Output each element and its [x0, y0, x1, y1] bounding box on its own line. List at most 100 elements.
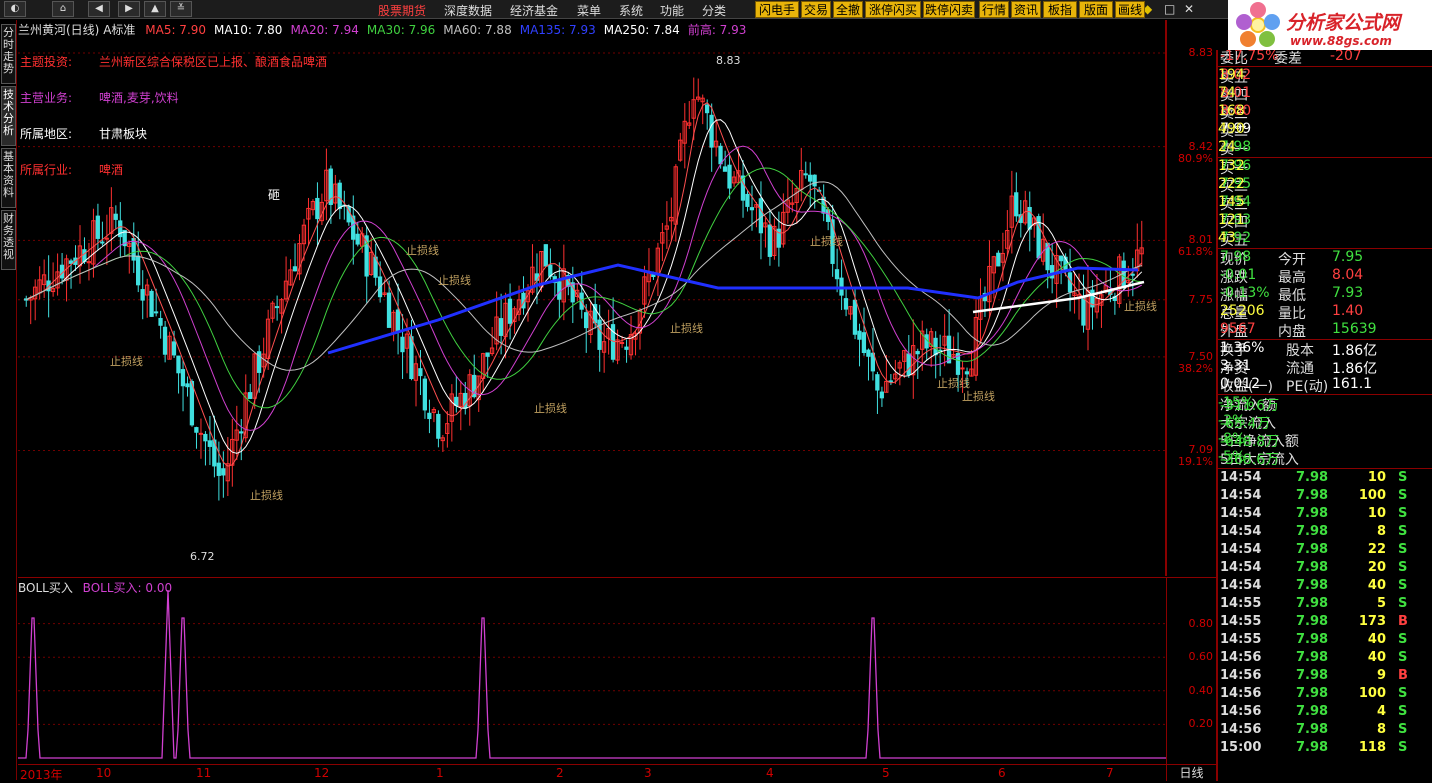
menu-5[interactable]: 功能 [660, 2, 684, 19]
tick-price: 7.98 [1296, 704, 1329, 719]
toolbar-button-6[interactable]: 资讯 [1011, 1, 1041, 18]
stop-loss-label: 止损线 [250, 489, 283, 502]
candle-body [422, 378, 428, 411]
flow-row-value2: -15% [1218, 395, 1255, 411]
tick-price: 7.98 [1296, 488, 1329, 503]
side-tab-3[interactable]: 财 务 透 视 [1, 210, 16, 270]
side-tabs: 分 时 走 势技 术 分 析基 本 资 料财 务 透 视 [0, 20, 17, 780]
menu-0[interactable]: 股票期货 [378, 2, 426, 19]
candle-body [1121, 260, 1126, 289]
candle-body [557, 281, 562, 300]
stat-row-value2: 8.04 [1332, 267, 1364, 283]
tick-volume: 40 [1367, 650, 1386, 665]
menu-3[interactable]: 菜单 [577, 2, 601, 19]
kline-chart[interactable]: 兰州黄河(日线) A标准 MA5: 7.90 MA10: 7.80 MA20: 7.… [18, 20, 1166, 576]
candle-body [543, 244, 548, 267]
ask-row-value2: 74 [1218, 85, 1236, 101]
toolbar-button-9[interactable]: 画线 [1115, 1, 1145, 18]
toolbar-button-0[interactable]: 闪电手 [755, 1, 799, 18]
candle-body [180, 369, 186, 387]
mode-label: A标准 [103, 23, 136, 37]
toolbar-button-4[interactable]: 跌停闪卖 [923, 1, 975, 18]
date-label: 1 [436, 766, 444, 780]
candle-body [198, 432, 204, 435]
candle-body [153, 311, 159, 314]
capital-row-value: 0.012 [1220, 376, 1261, 392]
app-logo-icon[interactable]: ◐ [4, 1, 26, 17]
candle-body [221, 468, 226, 476]
period-label[interactable]: 日线 [1166, 764, 1216, 781]
menu-4[interactable]: 系统 [619, 2, 643, 19]
info-label-3: 所属行业: [20, 163, 73, 177]
candle-body [427, 412, 432, 420]
side-tab-1[interactable]: 技 术 分 析 [1, 86, 16, 146]
up-icon[interactable]: ▲ [144, 1, 166, 17]
toolbar-button-2[interactable]: 全撤 [833, 1, 863, 18]
stat-row-label2: 今开 [1278, 252, 1306, 268]
date-label: 5 [882, 766, 890, 780]
side-tab-0[interactable]: 分 时 走 势 [1, 24, 16, 84]
forward-icon[interactable]: ▶ [118, 1, 140, 17]
candle-body [136, 255, 141, 286]
tick-time: 14:56 [1220, 722, 1262, 737]
tick-volume: 5 [1376, 596, 1386, 611]
tick-side: S [1398, 524, 1408, 539]
toolbar-button-3[interactable]: 涨停闪买 [865, 1, 921, 18]
tick-side: S [1398, 578, 1408, 593]
candle-body [584, 312, 589, 329]
tick-side: S [1398, 704, 1408, 719]
menu-expand-icon[interactable]: ≚ [170, 1, 192, 17]
back-icon[interactable]: ◀ [88, 1, 110, 17]
candle-body [409, 336, 414, 380]
tick-row: 14:54 7.98 40 S [1218, 578, 1432, 596]
info-label-0: 主题投资: [20, 55, 73, 69]
boll-buy-line [18, 589, 1166, 759]
toolbar-button-5[interactable]: 行情 [979, 1, 1009, 18]
bid-row-value2: 132 [1218, 158, 1245, 174]
menu-2[interactable]: 经济基金 [510, 2, 558, 19]
candle-body [248, 392, 253, 399]
tick-price: 7.98 [1296, 722, 1329, 737]
tick-volume: 173 [1358, 614, 1386, 629]
low-price-label: 6.72 [190, 550, 215, 563]
candle-body [82, 249, 87, 263]
candle-body [1081, 295, 1086, 326]
candle-body [194, 427, 199, 433]
tick-side: S [1398, 596, 1408, 611]
candle-body [879, 391, 884, 399]
candle-body [355, 233, 360, 245]
candle-body [843, 298, 849, 310]
tick-side: S [1398, 686, 1408, 701]
boll-indicator-chart[interactable]: BOLL买入 BOLL买入: 0.00 [18, 577, 1166, 764]
toolbar-button-1[interactable]: 交易 [801, 1, 831, 18]
committee-ratio-row-value2: -207 [1330, 50, 1362, 64]
ask-row-value2: 194 [1218, 67, 1245, 83]
candle-body [207, 440, 212, 447]
home-icon[interactable]: ⌂ [52, 1, 74, 17]
candle-body [767, 224, 772, 257]
toolbar-button-7[interactable]: 板指 [1043, 1, 1077, 18]
stat-row: 涨幅 -0.13% 最低 7.93 [1218, 285, 1432, 304]
tick-volume: 8 [1376, 722, 1386, 737]
indicator-axis-label: 0.80 [1188, 616, 1214, 630]
tick-time: 14:54 [1220, 524, 1262, 539]
candle-body [395, 309, 401, 331]
candle-body [203, 433, 208, 442]
candle-body [834, 269, 840, 280]
quote-panel: 委比 -17.75% 委差 -207 卖五 8.02 194 卖四 8.01 74 卖三 8.00 16… [1216, 50, 1432, 781]
info-value-0: 兰州新区综合保税区已上报、酿酒食品啤酒 [99, 55, 328, 69]
toolbar-button-8[interactable]: 版面 [1079, 1, 1113, 18]
tick-price: 7.98 [1296, 686, 1329, 701]
candle-body [386, 292, 392, 328]
stop-loss-label: 止损线 [438, 274, 471, 287]
candle-body [95, 215, 100, 239]
maximize-icon[interactable]: □ [1164, 2, 1175, 16]
tick-time: 14:55 [1220, 596, 1262, 611]
close-icon[interactable]: ✕ [1184, 2, 1194, 16]
tick-volume: 10 [1367, 506, 1386, 521]
menu-1[interactable]: 深度数据 [444, 2, 492, 19]
candle-body [960, 367, 965, 370]
side-tab-2[interactable]: 基 本 资 料 [1, 148, 16, 208]
menu-6[interactable]: 分类 [702, 2, 726, 19]
candle-body [68, 260, 74, 264]
